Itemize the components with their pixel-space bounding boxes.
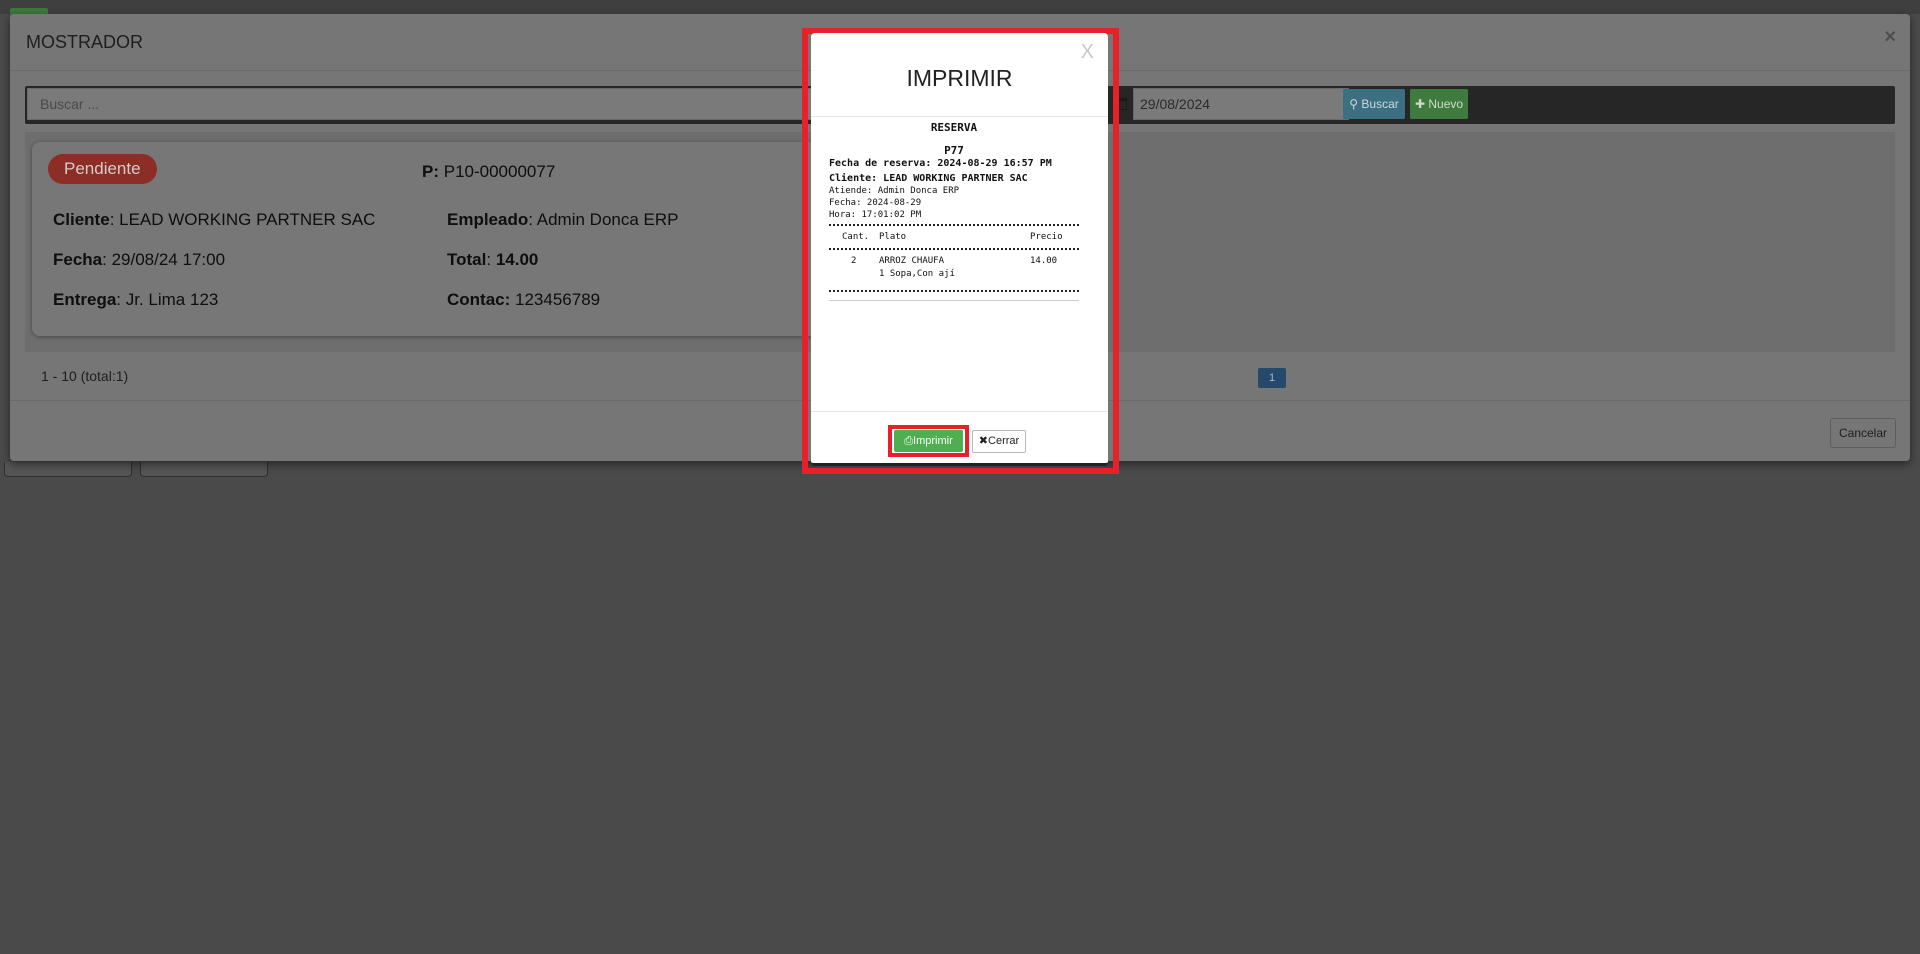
column-precio: Precio [1030, 232, 1063, 242]
fecha-label: Fecha [53, 250, 103, 269]
receipt-cliente: Cliente: LEAD WORKING PARTNER SAC [829, 173, 1028, 184]
cliente-value: : LEAD WORKING PARTNER SAC [109, 210, 376, 229]
print-dialog: X IMPRIMIR RESERVA P77 Fecha de reserva:… [811, 33, 1108, 466]
search-input[interactable]: Buscar ... [27, 88, 827, 120]
app-header-background [0, 0, 1920, 14]
item-precio: 14.00 [1030, 256, 1058, 266]
order-number-value: P10-00000077 [443, 162, 556, 181]
dialog-footer-divider [811, 411, 1108, 412]
receipt-end-line [829, 300, 1079, 301]
order-card[interactable]: Pendiente P: P10-00000077 Cliente: LEAD … [32, 142, 822, 336]
fecha-field: Fecha: 29/08/24 17:00 [53, 250, 225, 270]
total-field: Total: 14.00 [447, 250, 538, 270]
item-note: 1 Sopa,Con ají [879, 269, 955, 279]
contac-label: Contac: [447, 290, 511, 309]
pagination-summary: 1 - 10 (total:1) [41, 368, 129, 384]
item-cant: 2 [851, 256, 857, 266]
receipt-item-note-row: 1 Sopa,Con ají [829, 269, 1079, 287]
column-cant: Cant. [842, 232, 870, 242]
cerrar-button[interactable]: ✖Cerrar [972, 430, 1026, 453]
column-plato: Plato [879, 232, 907, 242]
receipt-fecha-reserva: Fecha de reserva: 2024-08-29 16:57 PM [829, 158, 1052, 169]
contac-value: 123456789 [515, 290, 601, 309]
receipt-preview: RESERVA P77 Fecha de reserva: 2024-08-29… [829, 119, 1079, 301]
receipt-column-headers: Cant. Plato Precio [829, 229, 1079, 245]
background-button [140, 462, 268, 477]
receipt-divider [829, 248, 1079, 250]
receipt-divider [829, 290, 1079, 292]
empleado-field: Empleado: Admin Donca ERP [447, 210, 679, 230]
contac-field: Contac: 123456789 [447, 290, 600, 310]
receipt-item-row: 2 ARROZ CHAUFA 14.00 [829, 253, 1079, 269]
close-icon: ✖ [978, 435, 989, 447]
receipt-atiende: Atiende: Admin Donca ERP [829, 186, 960, 196]
close-icon[interactable]: × [1884, 26, 1896, 49]
receipt-hora: Hora: 17:01:02 PM [829, 210, 922, 220]
order-number-label: P: [422, 162, 439, 181]
total-separator: : [486, 250, 496, 269]
buscar-label: Buscar [1361, 97, 1399, 111]
receipt-code: P77 [944, 144, 964, 157]
total-label: Total [447, 250, 487, 269]
total-value: 14.00 [495, 250, 539, 269]
search-icon: ⚲ [1349, 97, 1359, 111]
receipt-heading: RESERVA [930, 121, 978, 134]
fecha-value: : 29/08/24 17:00 [102, 250, 226, 269]
nuevo-button[interactable]: ✚ Nuevo [1410, 89, 1468, 119]
entrega-value: : Jr. Lima 123 [116, 290, 219, 309]
receipt-fecha: Fecha: 2024-08-29 [829, 198, 922, 208]
entrega-field: Entrega: Jr. Lima 123 [53, 290, 218, 310]
cancelar-button[interactable]: Cancelar [1830, 418, 1896, 448]
imprimir-button[interactable]: ⎙Imprimir [894, 430, 963, 452]
status-badge: Pendiente [48, 154, 157, 184]
empleado-label: Empleado [447, 210, 529, 229]
pagination-page-1[interactable]: 1 [1258, 368, 1286, 388]
cliente-field: Cliente: LEAD WORKING PARTNER SAC [53, 210, 375, 230]
cerrar-label: Cerrar [988, 435, 1020, 447]
close-icon[interactable]: X [1081, 41, 1094, 64]
order-number: P: P10-00000077 [422, 162, 555, 182]
plus-icon: ✚ [1414, 97, 1426, 111]
buscar-button[interactable]: ⚲ Buscar [1343, 89, 1405, 119]
print-dialog-title: IMPRIMIR [906, 65, 1013, 91]
nuevo-label: Nuevo [1428, 97, 1464, 111]
item-plato: ARROZ CHAUFA [879, 256, 945, 266]
date-field[interactable]: 29/08/2024 [1133, 88, 1349, 120]
printer-icon: ⎙ [904, 435, 914, 447]
imprimir-label: Imprimir [913, 435, 953, 447]
dialog-header-divider [811, 116, 1108, 117]
entrega-label: Entrega [53, 290, 117, 309]
receipt-divider [829, 224, 1079, 226]
background-button [4, 462, 132, 477]
cliente-label: Cliente [53, 210, 110, 229]
empleado-value: : Admin Donca ERP [528, 210, 679, 229]
modal-title: MOSTRADOR [26, 32, 143, 52]
